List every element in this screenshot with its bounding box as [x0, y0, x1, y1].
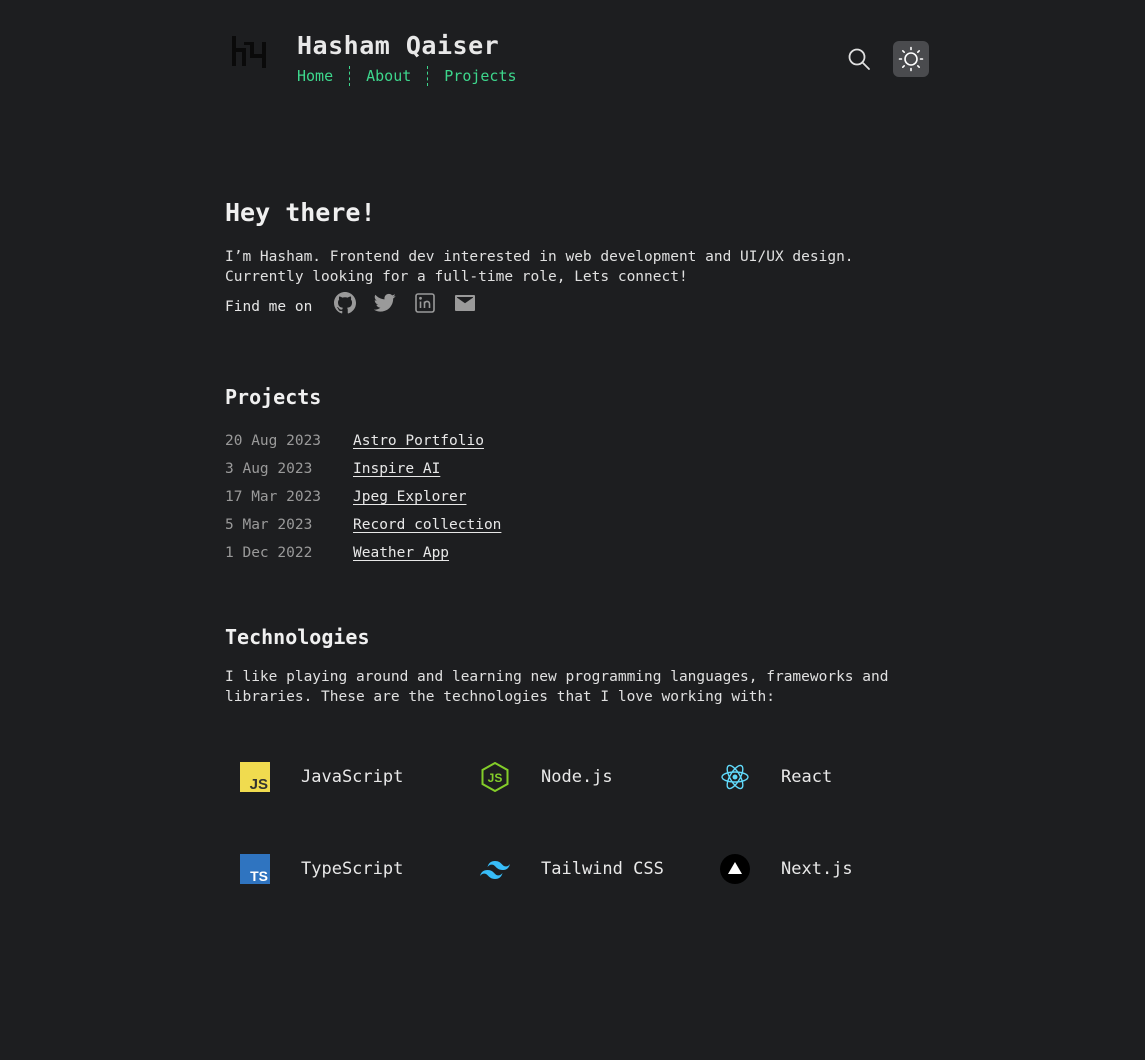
project-date: 17 Mar 2023	[225, 489, 322, 505]
nav-divider	[427, 66, 429, 86]
find-me-label: Find me on	[225, 299, 313, 315]
mail-icon[interactable]	[454, 292, 476, 314]
tech-name: Next.js	[781, 859, 853, 879]
tech-name: JavaScript	[301, 767, 404, 787]
project-date: 20 Aug 2023	[225, 433, 322, 449]
tech-item-typescript: TS TypeScript	[225, 823, 465, 915]
tech-name: React	[781, 767, 833, 787]
projects-heading: Projects	[225, 385, 322, 409]
projects-list: 20 Aug 2023 Astro Portfolio 3 Aug 2023 I…	[225, 427, 501, 567]
hq-logo-icon[interactable]	[230, 34, 270, 70]
technologies-grid: JS JavaScript JS Node.js React TS TypeSc…	[225, 731, 945, 915]
tech-item-nextjs: Next.js	[705, 823, 945, 915]
list-item: 3 Aug 2023 Inspire AI	[225, 455, 501, 483]
typescript-icon: TS	[240, 854, 270, 884]
react-icon	[720, 762, 750, 792]
main-nav: Home About Projects	[297, 66, 517, 86]
project-link[interactable]: Record collection	[353, 517, 501, 533]
technologies-text: I like playing around and learning new p…	[225, 669, 889, 705]
nav-about[interactable]: About	[366, 67, 411, 85]
tech-item-tailwind: Tailwind CSS	[465, 823, 705, 915]
tech-item-react: React	[705, 731, 945, 823]
project-date: 3 Aug 2023	[225, 461, 313, 477]
nodejs-icon: JS	[480, 762, 510, 792]
svg-text:JS: JS	[250, 776, 268, 792]
list-item: 1 Dec 2022 Weather App	[225, 539, 501, 567]
nextjs-icon	[720, 854, 750, 884]
project-link[interactable]: Weather App	[353, 545, 449, 561]
tech-name: TypeScript	[301, 859, 404, 879]
svg-text:TS: TS	[250, 868, 268, 884]
project-link[interactable]: Astro Portfolio	[353, 433, 484, 449]
nav-projects[interactable]: Projects	[444, 67, 516, 85]
twitter-icon[interactable]	[374, 292, 396, 314]
javascript-icon: JS	[240, 762, 270, 792]
nav-home[interactable]: Home	[297, 67, 333, 85]
tech-item-nodejs: JS Node.js	[465, 731, 705, 823]
search-icon[interactable]	[846, 46, 872, 72]
sun-icon	[898, 46, 924, 72]
nav-divider	[349, 66, 351, 86]
tech-name: Tailwind CSS	[541, 859, 664, 879]
list-item: 17 Mar 2023 Jpeg Explorer	[225, 483, 501, 511]
list-item: 20 Aug 2023 Astro Portfolio	[225, 427, 501, 455]
technologies-heading: Technologies	[225, 625, 370, 649]
project-link[interactable]: Jpeg Explorer	[353, 489, 467, 505]
project-link[interactable]: Inspire AI	[353, 461, 440, 477]
project-date: 1 Dec 2022	[225, 545, 313, 561]
intro-heading: Hey there!	[225, 198, 376, 227]
svg-text:JS: JS	[488, 771, 503, 785]
page: Hasham Qaiser Home About Projects Hey th…	[0, 0, 1145, 1060]
theme-toggle-button[interactable]	[893, 41, 929, 77]
site-title[interactable]: Hasham Qaiser	[297, 31, 499, 60]
linkedin-icon[interactable]	[414, 292, 436, 314]
project-date: 5 Mar 2023	[225, 517, 313, 533]
intro-text: I’m Hasham. Frontend dev interested in w…	[225, 249, 854, 285]
tech-item-javascript: JS JavaScript	[225, 731, 465, 823]
tailwind-icon	[480, 854, 510, 884]
social-links: Find me on	[225, 291, 494, 315]
tech-name: Node.js	[541, 767, 613, 787]
list-item: 5 Mar 2023 Record collection	[225, 511, 501, 539]
github-icon[interactable]	[334, 292, 357, 314]
